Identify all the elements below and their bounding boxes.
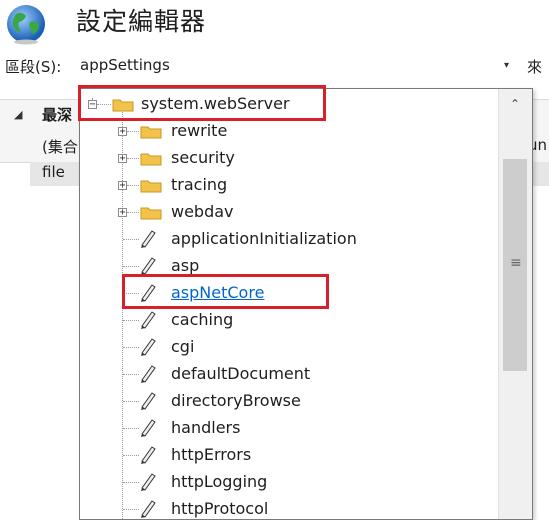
section-dropdown-arrow-icon[interactable]: ▾ xyxy=(504,60,509,71)
config-pen-icon xyxy=(141,365,156,383)
config-pen-icon xyxy=(141,284,156,302)
tree-line xyxy=(127,131,139,132)
expand-expander-icon[interactable]: + xyxy=(118,127,127,137)
tree-node-system-webserver[interactable]: system.webServer xyxy=(141,94,289,113)
grid-row-key: file xyxy=(42,163,65,181)
config-pen-icon xyxy=(141,419,156,437)
tree-node-directory-browse[interactable]: directoryBrowse xyxy=(171,391,301,410)
tree-node-application-initialization[interactable]: applicationInitialization xyxy=(171,229,357,248)
folder-icon xyxy=(140,180,162,193)
folder-icon xyxy=(140,207,162,220)
tree-node-http-errors[interactable]: httpErrors xyxy=(171,445,251,464)
tree-node-tracing[interactable]: tracing xyxy=(171,175,227,194)
tree-node-security[interactable]: security xyxy=(171,148,235,167)
expand-expander-icon[interactable]: + xyxy=(118,181,127,191)
tree-line xyxy=(122,109,123,519)
tree-node-http-logging[interactable]: httpLogging xyxy=(171,472,267,491)
folder-icon xyxy=(140,126,162,139)
tree-line xyxy=(127,212,139,213)
globe-icon xyxy=(7,5,45,45)
tree-line xyxy=(123,455,139,456)
folder-icon xyxy=(112,99,134,112)
dropdown-scrollbar[interactable]: ⌃ ≡ xyxy=(498,89,532,519)
config-pen-icon xyxy=(141,257,156,275)
tree-line xyxy=(123,401,139,402)
section-select[interactable]: appSettings xyxy=(80,56,170,74)
tree-line xyxy=(123,239,139,240)
from-label: 來 xyxy=(527,58,543,76)
collapse-icon[interactable]: ◢ xyxy=(14,108,22,121)
tree-line xyxy=(127,158,139,159)
tree-line xyxy=(123,266,139,267)
tree-line xyxy=(123,320,139,321)
grid-collection-text: (集合 xyxy=(42,138,78,156)
tree-line xyxy=(123,428,139,429)
grid-group-name: 最深 xyxy=(42,106,73,124)
section-tree-dropdown[interactable]: − system.webServer + rewrite + security … xyxy=(79,88,533,520)
expand-expander-icon[interactable]: + xyxy=(118,208,127,218)
tree-node-caching[interactable]: caching xyxy=(171,310,233,329)
scroll-thumb[interactable]: ≡ xyxy=(503,159,527,371)
config-pen-icon xyxy=(141,392,156,410)
tree-node-asp[interactable]: asp xyxy=(171,256,199,275)
tree-line xyxy=(123,509,139,510)
config-pen-icon xyxy=(141,311,156,329)
page-title: 設定編輯器 xyxy=(76,7,207,36)
config-pen-icon xyxy=(141,473,156,491)
tree-line xyxy=(123,347,139,348)
folder-icon xyxy=(140,153,162,166)
tree-line xyxy=(123,293,139,294)
tree-node-cgi[interactable]: cgi xyxy=(171,337,194,356)
expand-expander-icon[interactable]: + xyxy=(118,154,127,164)
config-pen-icon xyxy=(141,230,156,248)
tree-node-rewrite[interactable]: rewrite xyxy=(171,121,227,140)
tree-line xyxy=(97,104,111,105)
tree-line xyxy=(123,482,139,483)
tree-node-handlers[interactable]: handlers xyxy=(171,418,240,437)
config-pen-icon xyxy=(141,446,156,464)
tree-node-default-document[interactable]: defaultDocument xyxy=(171,364,310,383)
grip-icon: ≡ xyxy=(510,255,522,271)
tree-node-aspnetcore[interactable]: aspNetCore xyxy=(171,283,264,302)
config-pen-icon xyxy=(141,338,156,356)
section-label: 區段(S): xyxy=(5,58,62,76)
collapse-expander-icon[interactable]: − xyxy=(88,100,97,110)
tree-node-http-protocol[interactable]: httpProtocol xyxy=(171,499,268,518)
tree-node-webdav[interactable]: webdav xyxy=(171,202,234,221)
tree-line xyxy=(123,374,139,375)
config-pen-icon xyxy=(141,500,156,518)
scroll-up-arrow-icon[interactable]: ⌃ xyxy=(507,97,523,111)
tree-line xyxy=(127,185,139,186)
